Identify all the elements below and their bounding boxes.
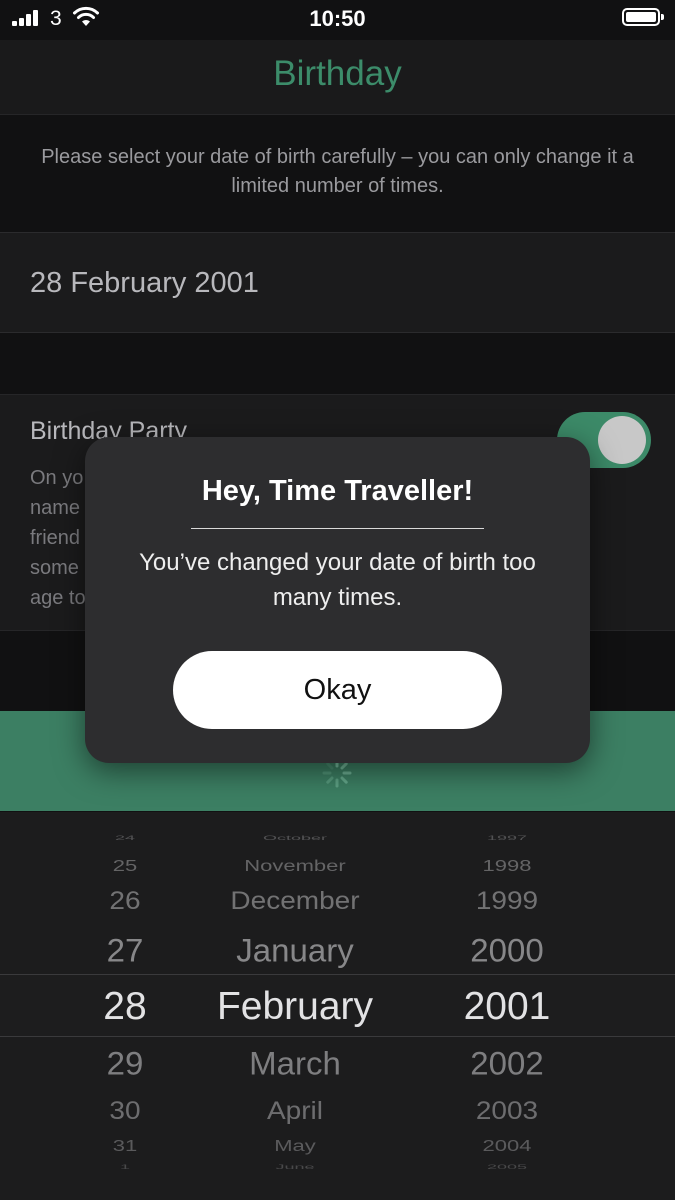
alert-dialog: Hey, Time Traveller! You’ve changed your…: [85, 437, 590, 763]
alert-divider: [191, 528, 484, 529]
alert-message: You’ve changed your date of birth too ma…: [139, 549, 536, 611]
alert-title: Hey, Time Traveller!: [201, 475, 474, 507]
okay-button[interactable]: Okay: [173, 651, 502, 729]
